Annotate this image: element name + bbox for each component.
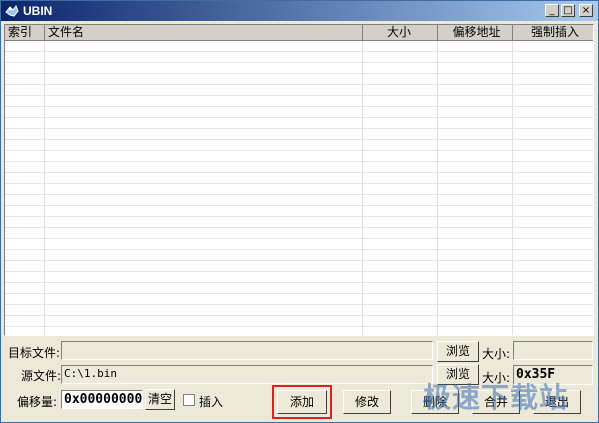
watermark-text: 极速下载站 [423, 381, 569, 414]
list-body[interactable] [5, 41, 593, 335]
target-browse-button[interactable]: 浏览 [437, 341, 479, 362]
column-header-index[interactable]: 索引 [5, 25, 45, 41]
insert-checkbox[interactable] [183, 394, 195, 406]
offset-input[interactable]: 0x00000000 [61, 390, 143, 409]
column-header-size[interactable]: 大小 [363, 25, 438, 41]
column-header-offset[interactable]: 偏移地址 [438, 25, 513, 41]
column-header-force-insert[interactable]: 强制插入 [513, 25, 593, 41]
target-file-label: 目标文件: [8, 346, 61, 360]
clear-button[interactable]: 清空 [145, 389, 175, 410]
modify-button[interactable]: 修改 [343, 390, 391, 414]
target-file-field[interactable] [61, 341, 433, 360]
insert-label: 插入 [199, 395, 224, 409]
highlight-box [272, 385, 332, 419]
source-file-label: 源文件: [21, 369, 62, 383]
column-divider [44, 41, 45, 335]
column-divider [437, 41, 438, 335]
file-list[interactable]: 索引 文件名 大小 偏移地址 强制插入 [4, 24, 594, 336]
target-size-label: 大小: [482, 347, 511, 361]
app-icon [5, 4, 19, 17]
column-header-filename[interactable]: 文件名 [45, 25, 363, 41]
source-file-field[interactable]: C:\1.bin [61, 365, 433, 384]
offset-label: 偏移量: [17, 395, 58, 409]
list-header: 索引 文件名 大小 偏移地址 强制插入 [5, 25, 593, 41]
minimize-button[interactable]: _ [545, 4, 559, 17]
close-button[interactable]: × [579, 4, 593, 17]
maximize-button[interactable]: □ [561, 4, 575, 17]
target-size-field [513, 341, 593, 360]
window-title: UBIN [23, 4, 53, 18]
title-bar[interactable]: UBIN _ □ × [1, 1, 598, 21]
column-divider [362, 41, 363, 335]
column-divider [512, 41, 513, 335]
app-window: UBIN _ □ × 索引 文件名 大小 偏移地址 强制插入 目标文件: 浏览 … [0, 0, 599, 423]
